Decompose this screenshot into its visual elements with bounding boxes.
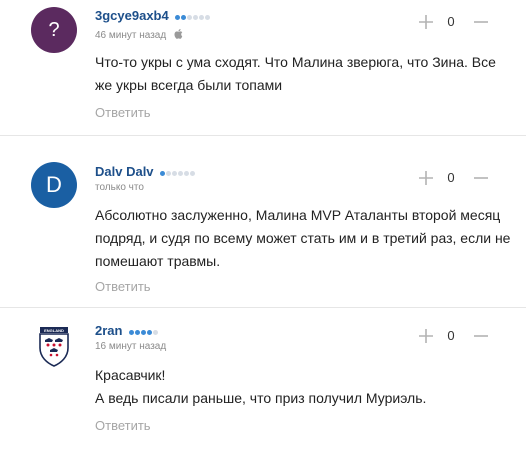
score-value: 0 [447, 328, 455, 343]
author-name[interactable]: Dalv Dalv [95, 164, 196, 180]
upvote-button[interactable] [418, 328, 434, 344]
score-value: 0 [447, 14, 455, 29]
avatar[interactable]: D [31, 162, 77, 208]
downvote-button[interactable] [473, 170, 489, 186]
rating-dots [175, 9, 211, 24]
author-label: Dalv Dalv [95, 164, 154, 179]
comment-text: Абсолютно заслуженно, Малина MVP Аталант… [95, 207, 511, 269]
score-value: 0 [447, 170, 455, 185]
author-label: 2ran [95, 323, 123, 338]
comment: ? 3gcye9axb4 46 минут назад Что-то укры … [0, 0, 526, 136]
timestamp: 46 минут назад [95, 28, 183, 43]
avatar-letter: ? [48, 18, 60, 41]
author-label: 3gcye9axb4 [95, 8, 169, 23]
england-crest-icon: ENGLAND [39, 327, 69, 367]
timestamp: 16 минут назад [95, 341, 167, 352]
comment-text: Красавчик! А ведь писали раньше, что при… [95, 364, 515, 410]
upvote-button[interactable] [418, 14, 434, 30]
avatar[interactable]: ? [31, 7, 77, 53]
comment-text: Что-то укры с ума сходят. Что Малина зве… [95, 54, 496, 93]
downvote-button[interactable] [473, 328, 489, 344]
comment-line: А ведь писали раньше, что приз получил М… [95, 390, 427, 406]
rating-dots [160, 165, 196, 180]
timestamp: только что [95, 182, 144, 193]
reply-button[interactable]: Ответить [95, 105, 151, 120]
apple-icon [173, 28, 183, 43]
comment: ENGLAND 2ran 16 минут назад Красавчик! А… [0, 308, 526, 457]
author-name[interactable]: 3gcye9axb4 [95, 8, 211, 24]
reply-button[interactable]: Ответить [95, 418, 151, 433]
crest-caption: ENGLAND [44, 328, 64, 333]
timestamp-label: 46 минут назад [95, 30, 167, 42]
upvote-button[interactable] [418, 170, 434, 186]
avatar-letter: D [46, 172, 62, 197]
comment: D Dalv Dalv только что Абсолютно заслуже… [0, 136, 526, 308]
comment-line: Красавчик! [95, 367, 166, 383]
avatar[interactable]: ENGLAND [31, 324, 77, 370]
rating-dots [129, 324, 159, 339]
author-name[interactable]: 2ran [95, 323, 159, 339]
reply-button[interactable]: Ответить [95, 279, 151, 294]
downvote-button[interactable] [473, 14, 489, 30]
